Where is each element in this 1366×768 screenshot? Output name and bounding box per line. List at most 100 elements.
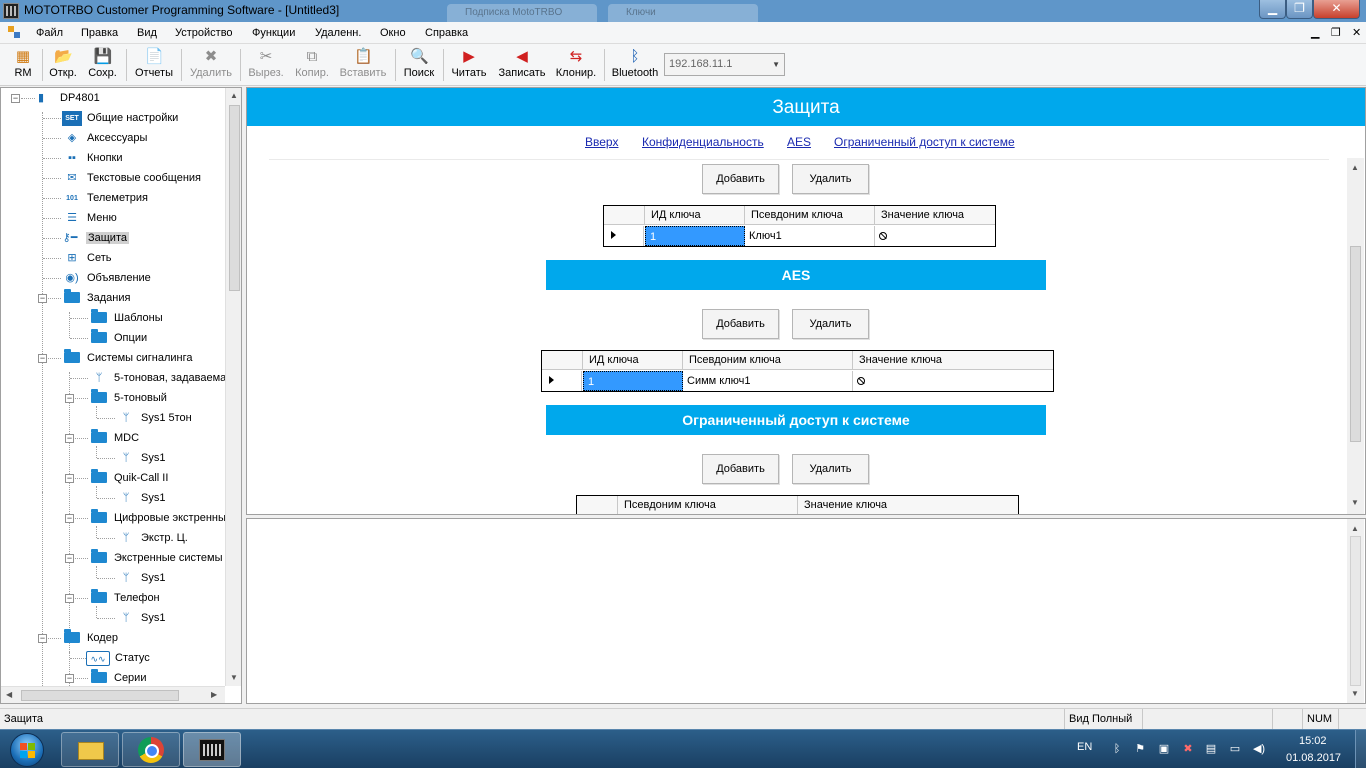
- bluetooth-button[interactable]: ᛒ Bluetooth: [610, 47, 660, 83]
- child-restore-icon[interactable]: ❐: [1331, 26, 1341, 39]
- output-vertical-scrollbar[interactable]: ▲ ▼: [1347, 519, 1364, 703]
- menu-view[interactable]: Вид: [137, 27, 157, 39]
- aes-key-value-cell[interactable]: [853, 371, 1053, 391]
- tree-item-mdc[interactable]: MDC: [89, 429, 229, 448]
- tree-item-5tone[interactable]: 5-тоновый: [89, 389, 229, 408]
- column-header[interactable]: Псевдоним ключа: [683, 351, 853, 370]
- security-tray-icon[interactable]: ⚑: [1133, 742, 1147, 756]
- network-tray-icon[interactable]: ▣: [1157, 742, 1171, 756]
- nav-link-restricted-access[interactable]: Ограниченный доступ к системе: [834, 135, 1015, 149]
- menu-remote[interactable]: Удаленн.: [315, 27, 361, 39]
- tree-collapse-toggle[interactable]: −: [65, 674, 74, 683]
- tree-vertical-scrollbar[interactable]: ▲ ▼: [225, 88, 241, 686]
- clone-button[interactable]: ⇆ Клонир.: [554, 47, 598, 83]
- menu-device[interactable]: Устройство: [175, 27, 233, 39]
- start-button[interactable]: [3, 731, 51, 768]
- key-value-cell[interactable]: [875, 226, 995, 246]
- column-header[interactable]: Значение ключа: [798, 496, 1018, 514]
- aes-key-id-cell[interactable]: 1: [583, 371, 683, 391]
- close-button[interactable]: ✕: [1313, 0, 1360, 19]
- privacy-add-button[interactable]: Добавить: [702, 164, 779, 194]
- column-header[interactable]: Псевдоним ключа: [745, 206, 875, 225]
- tree-collapse-toggle[interactable]: −: [65, 594, 74, 603]
- delete-button[interactable]: ✖ Удалить: [186, 47, 236, 83]
- nav-link-aes[interactable]: AES: [787, 135, 811, 149]
- save-button[interactable]: 💾 Сохр.: [85, 47, 120, 83]
- key-alias-cell[interactable]: Ключ1: [745, 226, 875, 246]
- show-desktop-button[interactable]: [1355, 730, 1366, 768]
- scroll-thumb[interactable]: [1350, 536, 1361, 686]
- scroll-down-icon[interactable]: ▼: [230, 673, 238, 682]
- scroll-right-icon[interactable]: ▶: [211, 690, 217, 699]
- privacy-remove-button[interactable]: Удалить: [792, 164, 869, 194]
- display-tray-icon[interactable]: ▭: [1228, 742, 1242, 756]
- scroll-down-icon[interactable]: ▼: [1351, 498, 1359, 507]
- restricted-add-button[interactable]: Добавить: [702, 454, 779, 484]
- scroll-up-icon[interactable]: ▲: [1351, 163, 1359, 172]
- tree-item-sys1-emergency[interactable]: ᛘ Sys1: [116, 570, 226, 588]
- tree-collapse-toggle[interactable]: −: [38, 354, 47, 363]
- scroll-up-icon[interactable]: ▲: [1351, 524, 1359, 533]
- nav-link-top[interactable]: Вверх: [585, 135, 618, 149]
- scroll-up-icon[interactable]: ▲: [230, 91, 238, 100]
- tree-item-sys1-quikcall[interactable]: ᛘ Sys1: [116, 490, 226, 508]
- tree-collapse-toggle[interactable]: −: [65, 554, 74, 563]
- aes-key-alias-cell[interactable]: Симм ключ1: [683, 371, 853, 391]
- usb-error-tray-icon[interactable]: ✖: [1181, 742, 1195, 756]
- tree-item-menu[interactable]: ☰ Меню: [62, 210, 232, 228]
- scroll-thumb[interactable]: [1350, 246, 1361, 442]
- read-button[interactable]: ▶ Читать: [448, 47, 490, 83]
- tree-item-sys1-phone[interactable]: ᛘ Sys1: [116, 610, 226, 628]
- tree-item-emergency-systems[interactable]: Экстренные системы: [89, 549, 229, 568]
- tree-item-buttons[interactable]: ▪▪ Кнопки: [62, 150, 232, 168]
- child-close-icon[interactable]: ✕: [1352, 26, 1361, 39]
- copy-button[interactable]: ⧉ Копир.: [292, 47, 332, 83]
- tree-horizontal-scrollbar[interactable]: ◀ ▶: [1, 686, 225, 703]
- tree-item-emerg-c[interactable]: ᛘ Экстр. Ц.: [116, 530, 226, 548]
- tree-collapse-toggle[interactable]: −: [65, 394, 74, 403]
- child-minimize-icon[interactable]: ▁: [1311, 26, 1319, 39]
- chevron-down-icon[interactable]: ▼: [772, 60, 780, 69]
- minimize-button[interactable]: ▁: [1259, 0, 1286, 19]
- tree-item-network[interactable]: ⊞ Сеть: [62, 250, 232, 268]
- tree-item-sys1-5tone[interactable]: ᛘ Sys1 5тон: [116, 410, 226, 428]
- tree-collapse-toggle[interactable]: −: [38, 634, 47, 643]
- cut-button[interactable]: ✂ Вырез.: [245, 47, 287, 83]
- menu-help[interactable]: Справка: [425, 27, 468, 39]
- tree-item-jobs[interactable]: Задания: [62, 289, 232, 308]
- document-menu-icon[interactable]: [8, 26, 22, 40]
- tree-item-security[interactable]: ⚷━ Защита: [58, 230, 228, 248]
- menu-file[interactable]: Файл: [36, 27, 63, 39]
- content-vertical-scrollbar[interactable]: ▲ ▼: [1347, 158, 1364, 514]
- taskbar-mototrbo-cps[interactable]: [183, 732, 241, 767]
- taskbar-chrome[interactable]: [122, 732, 180, 767]
- reports-button[interactable]: 📄 Отчеты: [131, 47, 177, 83]
- search-button[interactable]: 🔍 Поиск: [400, 47, 438, 83]
- tree-collapse-toggle[interactable]: −: [65, 474, 74, 483]
- scroll-left-icon[interactable]: ◀: [6, 690, 12, 699]
- tree-collapse-toggle[interactable]: −: [65, 434, 74, 443]
- tree-item-general[interactable]: SET Общие настройки: [62, 110, 232, 128]
- menu-edit[interactable]: Правка: [81, 27, 118, 39]
- tree-collapse-toggle[interactable]: −: [65, 514, 74, 523]
- write-button[interactable]: ◀ Записать: [495, 47, 549, 83]
- tree-item-sys1-mdc[interactable]: ᛘ Sys1: [116, 450, 226, 468]
- tree-item-telemetry[interactable]: 101 Телеметрия: [62, 190, 232, 208]
- open-button[interactable]: 📂 Откр.: [46, 47, 80, 83]
- column-header[interactable]: ИД ключа: [645, 206, 745, 225]
- menu-window[interactable]: Окно: [380, 27, 406, 39]
- tree-item-5tone-defined[interactable]: ᛘ 5-тоновая, задаваема: [89, 370, 229, 388]
- tree-collapse-toggle[interactable]: −: [11, 94, 20, 103]
- tree-item-announcement[interactable]: ◉) Объявление: [62, 270, 232, 288]
- tree-item-coder[interactable]: Кодер: [62, 629, 232, 648]
- column-header[interactable]: ИД ключа: [583, 351, 683, 370]
- key-id-cell[interactable]: 1: [645, 226, 745, 246]
- column-header[interactable]: Значение ключа: [853, 351, 1053, 370]
- rm-button[interactable]: ▦ RM: [8, 47, 38, 83]
- menu-functions[interactable]: Функции: [252, 27, 295, 39]
- row-selector-icon[interactable]: [542, 371, 582, 391]
- aes-add-button[interactable]: Добавить: [702, 309, 779, 339]
- volume-tray-icon[interactable]: ◀): [1252, 742, 1266, 756]
- clock-time[interactable]: 15:02: [1299, 735, 1327, 747]
- scroll-thumb[interactable]: [21, 690, 179, 701]
